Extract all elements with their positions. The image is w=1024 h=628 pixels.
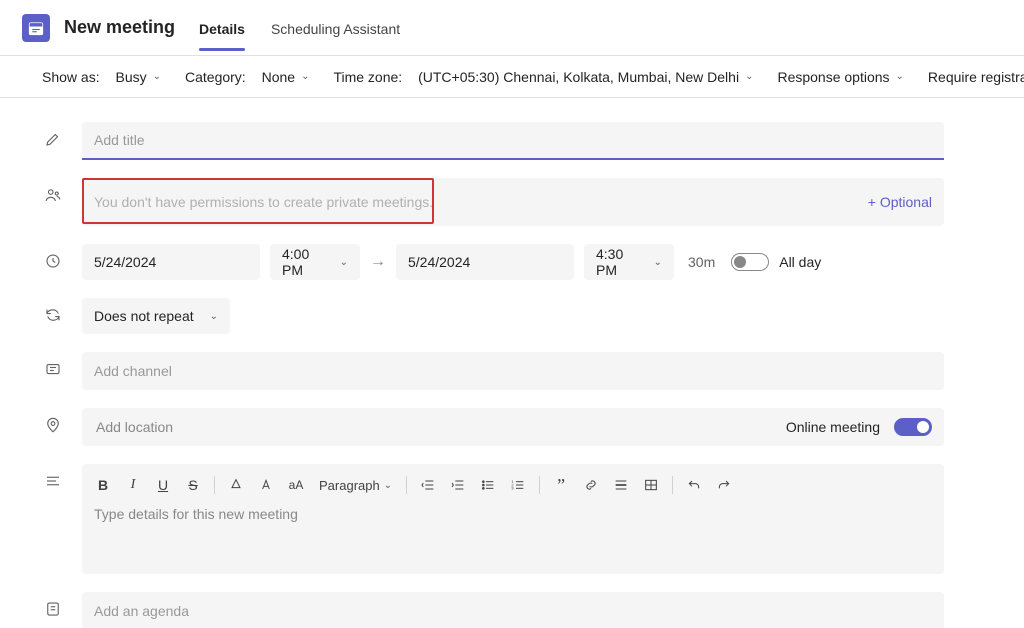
duration-text: 30m	[688, 254, 715, 270]
clock-icon	[42, 244, 64, 270]
calendar-icon	[22, 14, 50, 42]
bullet-list-button[interactable]	[475, 472, 501, 498]
start-date-input[interactable]	[82, 244, 260, 280]
arrow-right-icon: →	[370, 253, 386, 271]
chevron-down-icon: ⌄	[654, 257, 662, 268]
end-date-input[interactable]	[396, 244, 574, 280]
category-dropdown[interactable]: Category: None ⌄	[185, 69, 309, 85]
people-icon	[42, 178, 64, 204]
italic-button[interactable]: I	[120, 472, 146, 498]
description-body[interactable]: Type details for this new meeting	[82, 502, 944, 534]
chevron-down-icon: ⌄	[896, 71, 904, 82]
bold-button[interactable]: B	[90, 472, 116, 498]
chevron-down-icon: ⌄	[745, 71, 753, 82]
undo-button[interactable]	[681, 472, 707, 498]
quote-button[interactable]: ”	[548, 472, 574, 498]
require-registration-dropdown[interactable]: Require registration: No	[928, 69, 1024, 85]
agenda-input[interactable]	[82, 592, 944, 628]
agenda-icon	[42, 592, 64, 618]
font-size-button[interactable]: aA	[283, 472, 309, 498]
location-input[interactable]	[94, 418, 786, 436]
number-list-button[interactable]: 123	[505, 472, 531, 498]
chevron-down-icon: ⌄	[340, 257, 348, 268]
online-meeting-toggle[interactable]	[894, 418, 932, 436]
paragraph-style-dropdown[interactable]: Paragraph ⌄	[313, 478, 398, 493]
tab-details[interactable]: Details	[199, 5, 245, 51]
page-title: New meeting	[64, 17, 175, 38]
indent-button[interactable]	[445, 472, 471, 498]
hr-button[interactable]	[608, 472, 634, 498]
allday-label: All day	[779, 254, 821, 270]
pencil-icon	[42, 122, 64, 148]
description-editor[interactable]: B I U S aA Paragraph ⌄ 123	[82, 464, 944, 574]
redo-button[interactable]	[711, 472, 737, 498]
svg-text:3: 3	[511, 486, 514, 491]
attendees-message: You don't have permissions to create pri…	[94, 194, 433, 210]
format-icon	[42, 464, 64, 490]
text-color-button[interactable]	[253, 472, 279, 498]
add-optional-link[interactable]: + Optional	[868, 194, 932, 210]
chevron-down-icon: ⌄	[210, 311, 218, 322]
response-options-dropdown[interactable]: Response options ⌄	[777, 69, 903, 85]
end-time-input[interactable]: 4:30 PM⌄	[584, 244, 674, 280]
repeat-select[interactable]: Does not repeat ⌄	[82, 298, 230, 334]
chevron-down-icon: ⌄	[153, 71, 161, 82]
channel-input[interactable]	[82, 352, 944, 390]
underline-button[interactable]: U	[150, 472, 176, 498]
chevron-down-icon: ⌄	[301, 71, 309, 82]
timezone-dropdown[interactable]: Time zone: (UTC+05:30) Chennai, Kolkata,…	[333, 69, 753, 85]
highlight-button[interactable]	[223, 472, 249, 498]
allday-toggle[interactable]	[731, 253, 769, 271]
tab-scheduling-assistant[interactable]: Scheduling Assistant	[271, 5, 400, 51]
channel-icon	[42, 352, 64, 378]
title-input[interactable]	[82, 122, 944, 160]
chevron-down-icon: ⌄	[384, 480, 392, 491]
outdent-button[interactable]	[415, 472, 441, 498]
online-meeting-label: Online meeting	[786, 419, 880, 435]
link-button[interactable]	[578, 472, 604, 498]
table-button[interactable]	[638, 472, 664, 498]
strike-button[interactable]: S	[180, 472, 206, 498]
attendees-field[interactable]: You don't have permissions to create pri…	[82, 178, 944, 226]
repeat-icon	[42, 298, 64, 324]
start-time-input[interactable]: 4:00 PM⌄	[270, 244, 360, 280]
location-icon	[42, 408, 64, 434]
show-as-dropdown[interactable]: Show as: Busy ⌄	[42, 69, 161, 85]
